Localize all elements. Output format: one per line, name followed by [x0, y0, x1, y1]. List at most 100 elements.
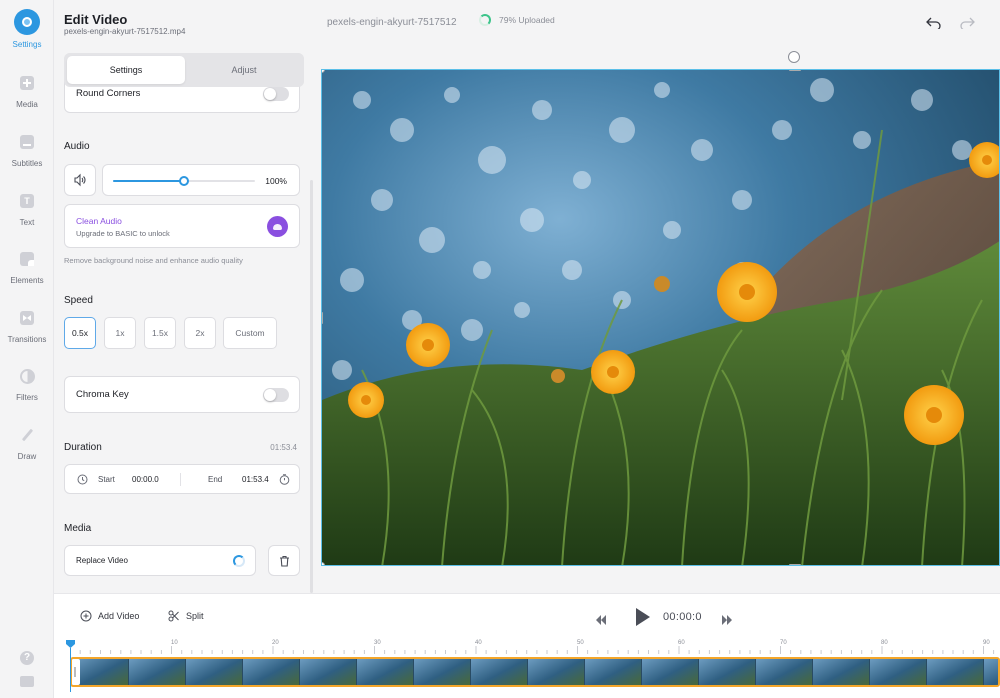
duration-heading: Duration: [64, 442, 102, 453]
upload-status: 79% Uploaded: [479, 14, 555, 26]
round-corners-label: Round Corners: [76, 88, 141, 99]
delete-video-button[interactable]: [268, 545, 300, 576]
panel-scrollbar[interactable]: [310, 180, 313, 593]
ruler-label: 60: [678, 640, 685, 646]
resize-handle[interactable]: [322, 312, 323, 324]
clip-thumbnail: [699, 659, 755, 685]
rail-item-subtitles[interactable]: Subtitles: [0, 131, 54, 183]
speed-2x-button[interactable]: 2x: [184, 317, 216, 349]
clip-thumbnails: [72, 659, 998, 685]
upgrade-icon[interactable]: [267, 216, 288, 237]
volume-card: 100%: [102, 164, 300, 196]
rail-item-settings[interactable]: Settings: [0, 9, 54, 61]
rail-label: Filters: [16, 393, 38, 402]
duration-total: 01:53.4: [270, 443, 297, 452]
trash-icon: [280, 555, 289, 567]
rotate-handle-icon[interactable]: [788, 51, 800, 63]
keyboard-icon[interactable]: [20, 676, 34, 687]
mute-button[interactable]: [64, 164, 96, 196]
add-video-label: Add Video: [98, 611, 140, 621]
resize-handle[interactable]: [322, 562, 325, 565]
clean-audio-subtitle: Upgrade to BASIC to unlock: [76, 229, 170, 238]
replace-video-label: Replace Video: [76, 556, 128, 565]
ruler-label: 70: [780, 640, 787, 646]
clip-thumbnail: [927, 659, 983, 685]
settings-icon: [14, 9, 40, 35]
clip-thumbnail: [243, 659, 299, 685]
clip-thumbnail: [129, 659, 185, 685]
volume-value: 100%: [265, 176, 287, 186]
play-icon: [636, 608, 650, 626]
rail-label: Settings: [12, 40, 42, 49]
ruler-label: 40: [475, 640, 482, 646]
volume-knob[interactable]: [179, 176, 189, 186]
transitions-icon: [18, 309, 36, 327]
help-icon[interactable]: ?: [20, 651, 34, 665]
ruler-label: 10: [171, 640, 178, 646]
play-button[interactable]: [635, 607, 651, 627]
speed-1.5x-button[interactable]: 1.5x: [144, 317, 176, 349]
video-track-clip[interactable]: [70, 657, 1000, 687]
chroma-key-toggle[interactable]: [263, 388, 289, 402]
clip-thumbnail: [357, 659, 413, 685]
start-time-field[interactable]: 00:00.0: [132, 475, 159, 484]
redo-icon: [960, 17, 975, 29]
loading-spinner-icon: [233, 555, 245, 567]
clean-audio-card[interactable]: Clean Audio Upgrade to BASIC to unlock: [64, 204, 300, 248]
redo-button[interactable]: [956, 12, 978, 34]
clip-thumbnail: [813, 659, 869, 685]
split-button[interactable]: Split: [168, 610, 204, 622]
resize-handle[interactable]: [789, 564, 801, 565]
ruler-label: 80: [881, 640, 888, 646]
clip-thumbnail: [300, 659, 356, 685]
rail-item-elements[interactable]: Elements: [0, 248, 54, 300]
speed-custom-button[interactable]: Custom: [223, 317, 277, 349]
ruler-label: 90: [983, 640, 990, 646]
rail-item-transitions[interactable]: Transitions: [0, 307, 54, 359]
ruler-label: 50: [577, 640, 584, 646]
media-icon: [18, 74, 36, 92]
clip-thumbnail: [984, 659, 998, 685]
rewind-button[interactable]: [595, 612, 607, 625]
left-rail: Settings Media Subtitles T Text Elements…: [0, 0, 54, 698]
tab-adjust[interactable]: Adjust: [185, 56, 303, 84]
clip-thumbnail: [72, 659, 128, 685]
replace-video-button[interactable]: Replace Video: [64, 545, 256, 576]
rail-label: Transitions: [7, 335, 47, 344]
scissors-icon: [168, 610, 179, 622]
undo-button[interactable]: [923, 12, 945, 34]
timeline-ruler[interactable]: 10 20 30 40 50 60 70 80 90: [70, 640, 1000, 654]
fast-forward-button[interactable]: [721, 612, 733, 625]
rail-item-filters[interactable]: Filters: [0, 365, 54, 417]
tab-settings[interactable]: Settings: [67, 56, 185, 84]
text-icon: T: [18, 192, 36, 210]
clip-thumbnail: [528, 659, 584, 685]
add-video-button[interactable]: Add Video: [80, 610, 139, 622]
resize-handle[interactable]: [789, 70, 801, 71]
rail-label: Draw: [17, 452, 37, 461]
elements-icon: [18, 250, 36, 268]
video-preview[interactable]: [321, 69, 1000, 566]
speaker-icon: [74, 173, 86, 187]
timeline-panel: Add Video Split 00:00:0 10 20 30 40 50 6…: [54, 593, 1000, 698]
canvas-area: pexels-engin-akyurt-7517512 79% Uploaded: [321, 0, 1000, 593]
duration-card: Start 00:00.0 End 01:53.4: [64, 464, 300, 494]
settings-panel: Edit Video pexels-engin-akyurt-7517512.m…: [54, 0, 313, 593]
volume-track[interactable]: [113, 176, 255, 186]
end-time-field[interactable]: 01:53.4: [242, 475, 269, 484]
clip-thumbnail: [585, 659, 641, 685]
clip-thumbnail: [642, 659, 698, 685]
chroma-key-label: Chroma Key: [76, 389, 129, 400]
playhead[interactable]: [66, 640, 75, 692]
ruler-label: 30: [374, 640, 381, 646]
rail-label: Text: [19, 218, 35, 227]
speed-0.5x-button[interactable]: 0.5x: [64, 317, 96, 349]
speed-1x-button[interactable]: 1x: [104, 317, 136, 349]
rail-item-media[interactable]: Media: [0, 72, 54, 124]
clip-thumbnail: [414, 659, 470, 685]
filters-icon: [18, 367, 36, 385]
rail-item-text[interactable]: T Text: [0, 190, 54, 242]
audio-heading: Audio: [64, 141, 90, 152]
round-corners-toggle[interactable]: [263, 87, 289, 101]
rail-item-draw[interactable]: Draw: [0, 424, 54, 476]
